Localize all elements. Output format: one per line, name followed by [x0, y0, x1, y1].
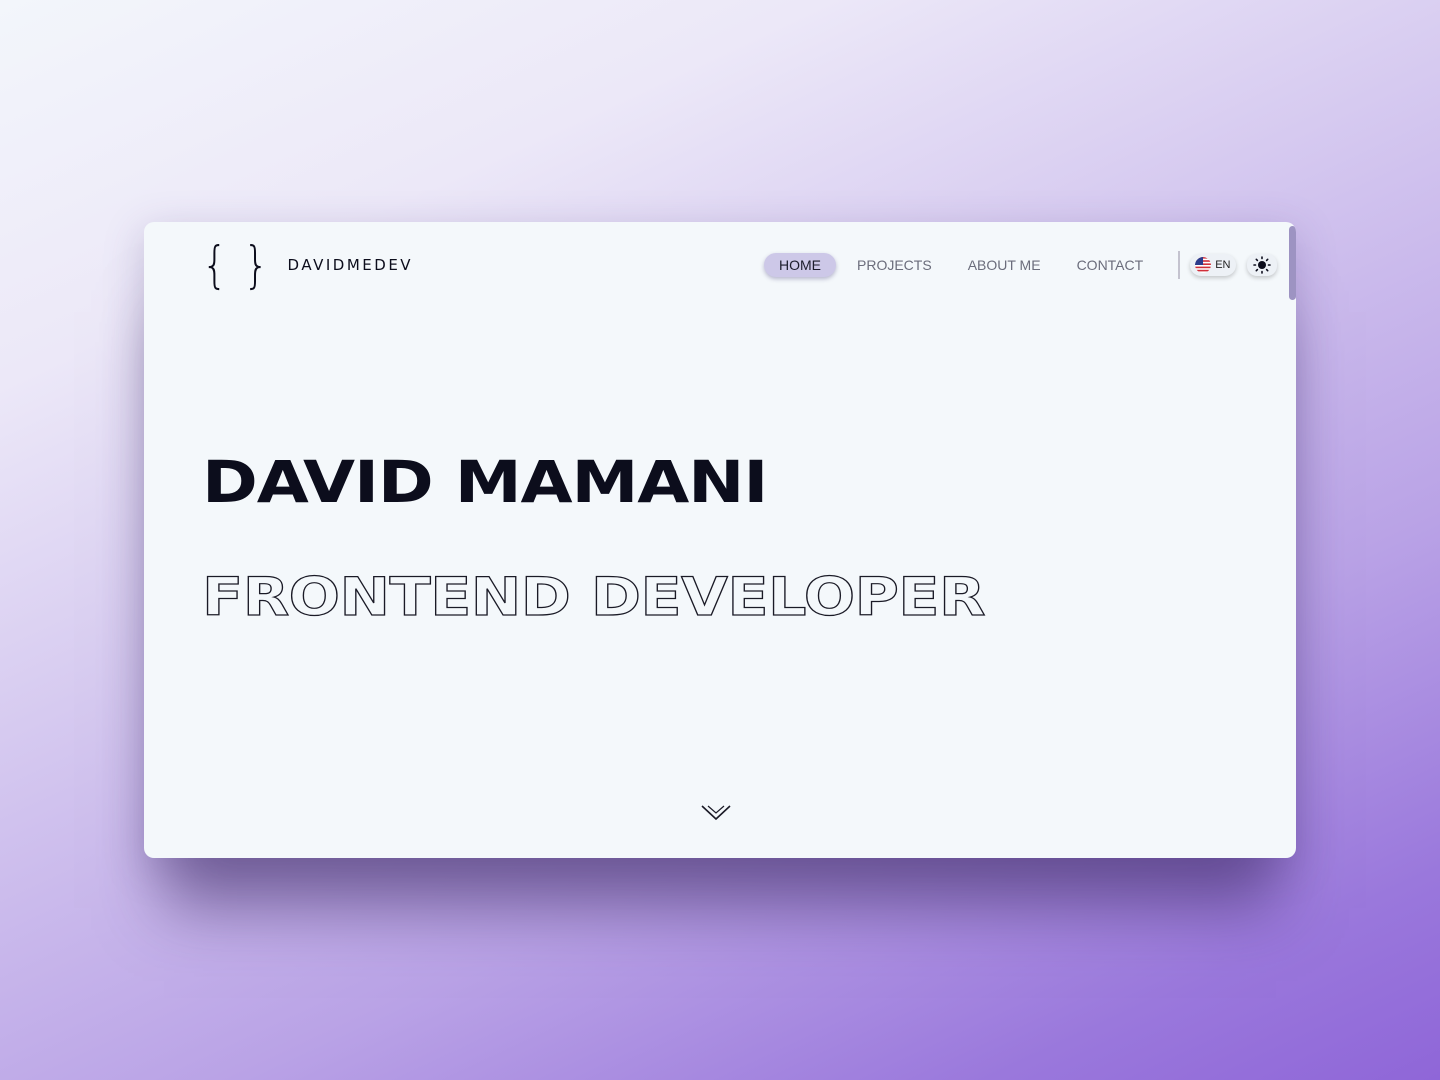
nav-item-home[interactable]: HOME: [764, 253, 836, 277]
nav-item-contact[interactable]: CONTACT: [1062, 253, 1159, 277]
language-toggle-button[interactable]: EN: [1190, 254, 1237, 276]
scrollbar-thumb[interactable]: [1289, 226, 1296, 300]
nav-item-about-me[interactable]: ABOUT ME: [953, 253, 1056, 277]
scroll-down-button[interactable]: [700, 802, 732, 824]
nav-divider: [1178, 251, 1181, 279]
us-flag-icon: [1195, 257, 1212, 273]
browser-window: { } DAVIDMEDEV HOME PROJECTS ABOUT ME CO…: [144, 222, 1296, 858]
logo-text: DAVIDMEDEV: [287, 256, 414, 274]
theme-toggle-button[interactable]: [1247, 254, 1278, 276]
hero-name: DAVID MAMANI: [202, 448, 768, 516]
hero-role: FRONTEND DEVELOPER: [201, 566, 986, 628]
nav-item-projects[interactable]: PROJECTS: [842, 253, 947, 277]
site-logo[interactable]: { } DAVIDMEDEV: [202, 240, 413, 290]
chevron-down-icon: [701, 805, 731, 821]
braces-icon: { }: [202, 236, 271, 294]
main-nav: HOME PROJECTS ABOUT ME CONTACT EN: [764, 251, 1278, 279]
language-label: EN: [1215, 259, 1231, 271]
sun-icon: [1253, 256, 1272, 274]
